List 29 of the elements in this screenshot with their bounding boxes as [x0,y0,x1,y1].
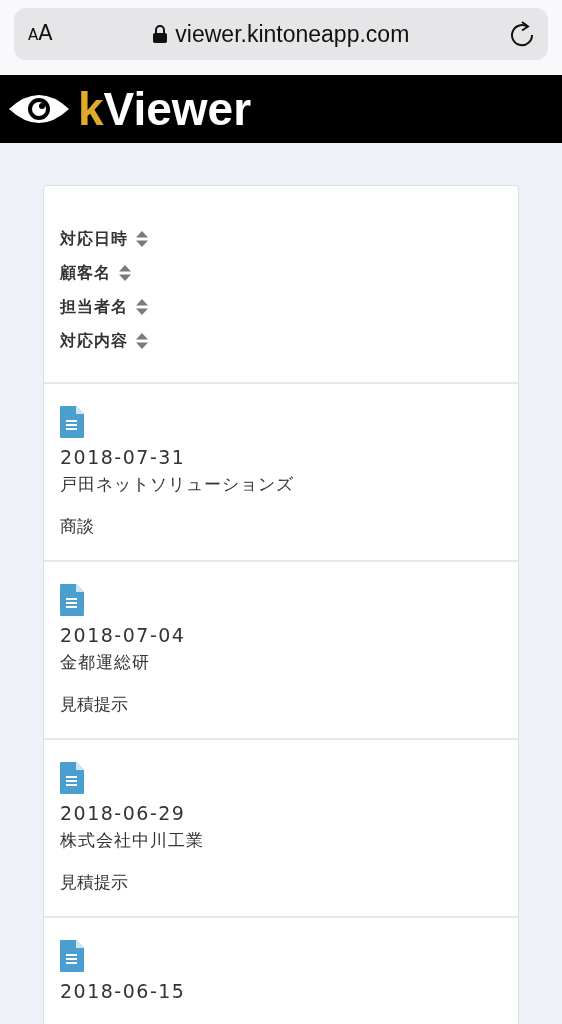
activity-type: 見積提示 [60,871,129,894]
activity-type: 見積提示 [60,693,129,716]
document-icon[interactable] [60,762,84,794]
document-icon[interactable] [60,940,84,972]
customer-name: 戸田ネットソリューションズ [60,473,295,496]
brand-name: Viewer [103,86,252,132]
address-bar[interactable]: AA viewer.kintoneapp.com [14,8,548,60]
record-date: 2018-07-31 [60,445,187,470]
reload-icon[interactable] [510,21,534,47]
customer-name: 金都運総研 [60,651,151,674]
sort-label[interactable]: 顧客名 [60,256,111,290]
record-date: 2018-07-04 [60,623,187,648]
text-size-button[interactable]: AA [28,18,53,50]
sort-label[interactable]: 担当者名 [60,290,128,324]
url-text: viewer.kintoneapp.com [175,19,410,49]
sort-label[interactable]: 対応日時 [60,222,128,256]
customer-name: 株式会社中川工業 [60,829,205,852]
sort-icon[interactable] [136,231,148,247]
record-date: 2018-06-29 [60,801,187,826]
activity-type: 商談 [60,515,95,538]
sort-icon[interactable] [136,333,148,349]
document-icon[interactable] [60,584,84,616]
document-icon[interactable] [60,406,84,438]
record-date: 2018-06-15 [60,979,187,1004]
sort-icon[interactable] [136,299,148,315]
lock-icon [153,25,168,43]
brand-letter: k [78,86,104,132]
sort-icon[interactable] [119,265,131,281]
sort-label[interactable]: 対応内容 [60,324,128,358]
